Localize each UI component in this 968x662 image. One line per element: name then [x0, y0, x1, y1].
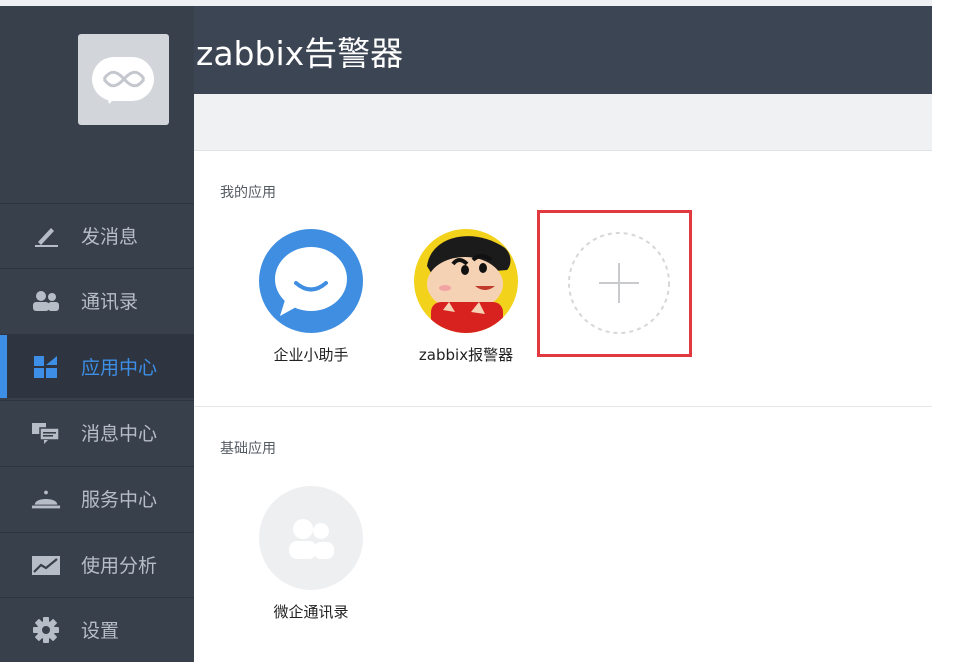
sidebar-item-message-center[interactable]: 消息中心	[0, 400, 194, 464]
service-bell-icon	[31, 486, 61, 512]
toolbar	[194, 94, 932, 151]
section-title-my-apps: 我的应用	[220, 185, 276, 201]
page-title: zabbix告警器	[196, 34, 404, 73]
sidebar-item-label: 设置	[81, 620, 120, 642]
sidebar-item-label: 通讯录	[81, 291, 139, 313]
section-title-basic-apps: 基础应用	[220, 441, 276, 457]
active-indicator	[0, 335, 7, 398]
plus-icon	[568, 232, 670, 334]
sidebar-item-label: 服务中心	[81, 489, 158, 511]
sidebar-item-usage-analysis[interactable]: 使用分析	[0, 532, 194, 596]
sidebar-item-label: 消息中心	[81, 423, 158, 445]
pen-icon	[31, 223, 61, 249]
chart-icon	[31, 552, 61, 578]
gear-icon	[31, 616, 61, 643]
sidebar-item-label: 发消息	[81, 226, 139, 248]
app-name: 企业小助手	[273, 346, 349, 364]
page-margin	[932, 0, 968, 662]
section-divider	[194, 406, 932, 407]
sidebar-item-contacts[interactable]: 通讯录	[0, 268, 194, 332]
assistant-chat-icon	[259, 229, 363, 333]
app-name: zabbix报警器	[418, 346, 514, 364]
sidebar-item-service-center[interactable]: 服务中心	[0, 466, 194, 530]
app-name: 微企通讯录	[273, 603, 349, 621]
sidebar-item-label: 使用分析	[81, 555, 158, 577]
message-center-icon	[31, 420, 61, 446]
people-icon	[259, 486, 363, 590]
app-grid-icon	[31, 354, 61, 380]
contacts-icon	[31, 288, 61, 314]
infinity-chat-icon	[102, 70, 146, 88]
sidebar-item-settings[interactable]: 设置	[0, 597, 194, 661]
sidebar-item-send-message[interactable]: 发消息	[0, 203, 194, 267]
add-app-highlight[interactable]	[537, 210, 692, 357]
sidebar-item-label: 应用中心	[81, 357, 158, 379]
sidebar-item-app-center[interactable]: 应用中心	[0, 334, 194, 398]
app-logo	[78, 34, 169, 125]
cartoon-avatar-icon	[414, 229, 518, 333]
